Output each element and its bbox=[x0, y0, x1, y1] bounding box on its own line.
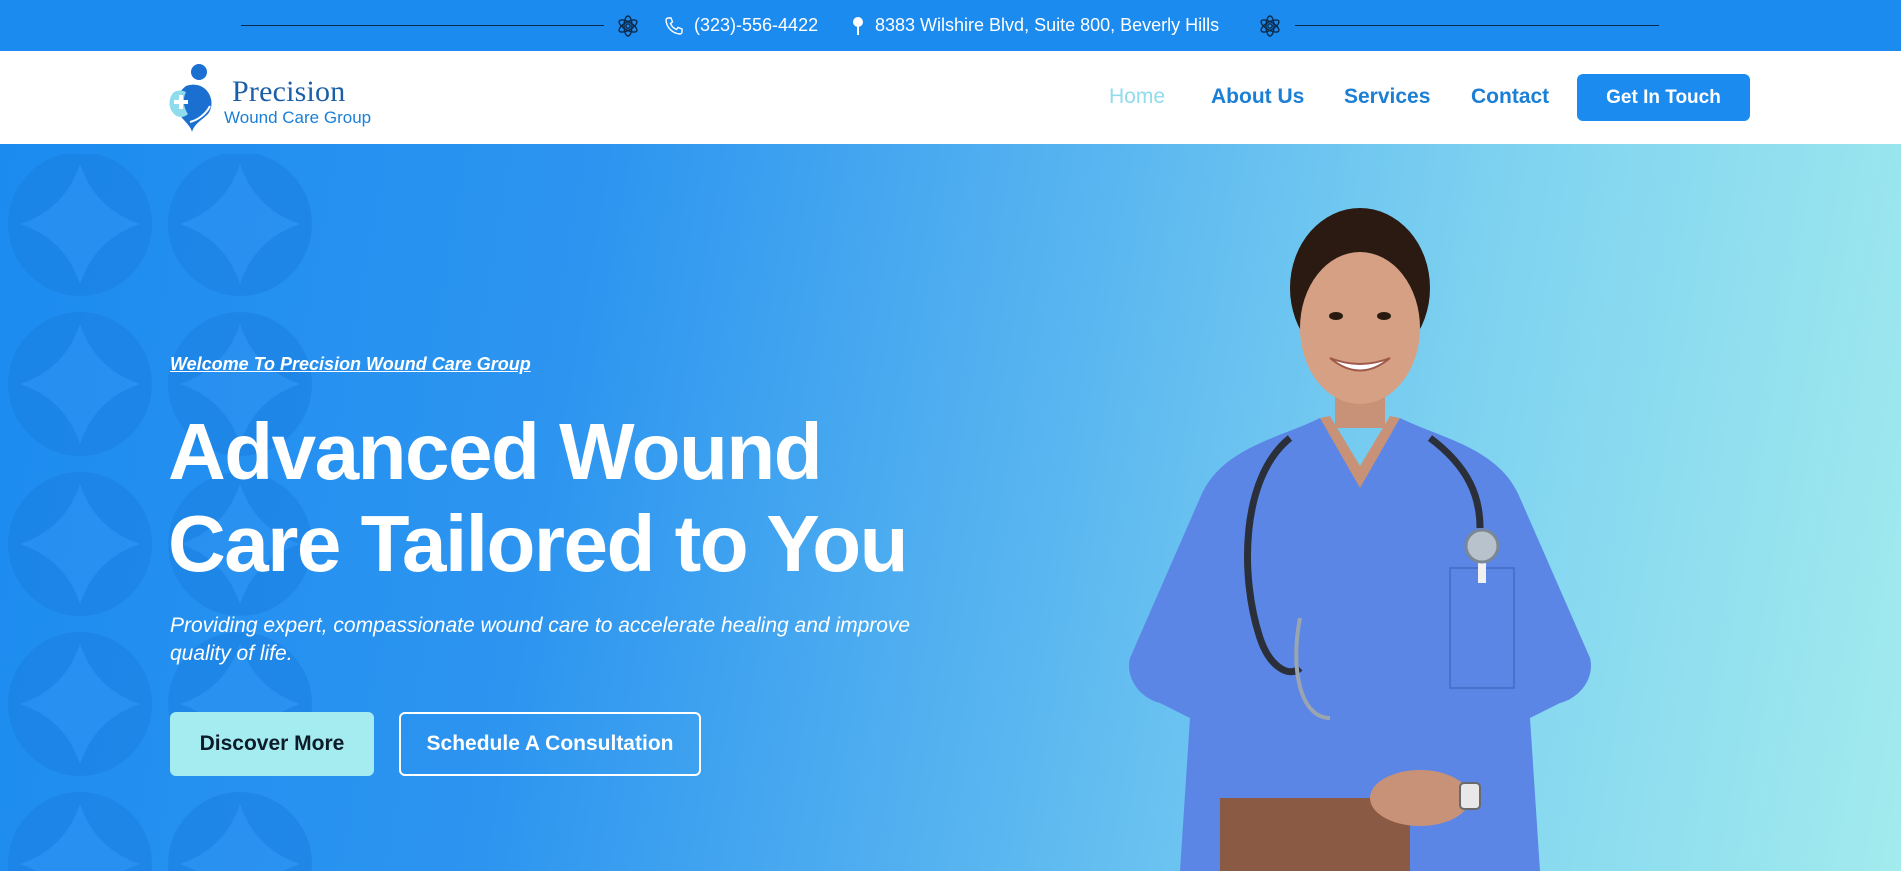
nav-item-home[interactable]: Home bbox=[1109, 85, 1165, 109]
logo[interactable]: Precision Wound Care Group bbox=[168, 62, 378, 134]
logo-mark-icon bbox=[169, 64, 212, 132]
phone-info[interactable]: (323)-556-4422 bbox=[664, 0, 818, 51]
get-in-touch-button[interactable]: Get In Touch bbox=[1577, 74, 1750, 121]
logo-subtitle: Wound Care Group bbox=[224, 108, 372, 127]
schedule-consultation-button[interactable]: Schedule A Consultation bbox=[399, 712, 701, 776]
nav-item-about-us[interactable]: About Us bbox=[1211, 85, 1304, 109]
nurse-image bbox=[1129, 208, 1591, 871]
hero-section: Welcome To Precision Wound Care Group Ad… bbox=[0, 144, 1901, 871]
address-text: 8383 Wilshire Blvd, Suite 800, Beverly H… bbox=[875, 15, 1220, 35]
flower-icon bbox=[618, 15, 638, 37]
nav-item-contact[interactable]: Contact bbox=[1471, 85, 1549, 109]
hero-headline-line-2: Care Tailored to You bbox=[168, 499, 909, 588]
top-info-bar: (323)-556-4422 8383 Wilshire Blvd, Suite… bbox=[0, 0, 1901, 51]
hero-headline-line-1: Advanced Wound bbox=[168, 407, 823, 496]
hero-welcome-link[interactable]: Welcome To Precision Wound Care Group bbox=[170, 354, 531, 375]
site-header: Precision Wound Care Group Home About Us… bbox=[0, 51, 1901, 144]
address-info: 8383 Wilshire Blvd, Suite 800, Beverly H… bbox=[851, 0, 1219, 51]
decor-line-left bbox=[241, 25, 604, 26]
phone-number[interactable]: (323)-556-4422 bbox=[694, 15, 818, 36]
discover-more-button[interactable]: Discover More bbox=[170, 712, 374, 776]
nav-item-services[interactable]: Services bbox=[1344, 85, 1430, 109]
location-pin-icon bbox=[853, 16, 863, 35]
hero-subtext: Providing expert, compassionate wound ca… bbox=[170, 614, 911, 665]
flower-icon bbox=[1260, 15, 1280, 37]
phone-icon bbox=[665, 16, 683, 35]
logo-title: Precision bbox=[232, 75, 346, 108]
decor-line-right bbox=[1295, 25, 1659, 26]
hero-headline: Advanced Wound Care Tailored to You bbox=[168, 406, 909, 590]
